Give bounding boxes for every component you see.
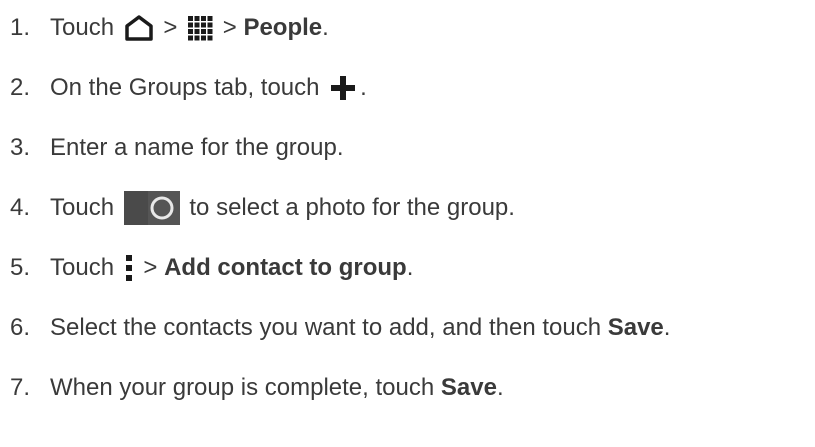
step-text: > [156, 14, 185, 41]
step-text: Touch [50, 254, 121, 281]
step-text: > [136, 254, 165, 281]
step-text: . [360, 74, 367, 101]
step-text: Touch [50, 14, 121, 41]
step-number: 2. [10, 74, 31, 101]
overflow-menu-icon [124, 254, 134, 282]
step-5: 5. Touch > Add contact to group . [10, 248, 413, 288]
step-1: 1. Touch > > People . [10, 8, 329, 48]
step-text: When your group is complete, touch [50, 374, 441, 401]
home-icon [124, 15, 154, 41]
step-text: . [322, 14, 329, 41]
save-label: Save [440, 374, 497, 401]
add-contact-label: Add contact to group [164, 254, 407, 281]
step-6: 6. Select the contacts you want to add, … [10, 308, 670, 348]
step-3: 3. Enter a name for the group. [10, 128, 344, 168]
step-text: . [663, 314, 671, 341]
step-text: . [496, 374, 504, 401]
instruction-steps: 1. Touch > > People . 2. On the Groups t… [0, 0, 815, 447]
step-number: 4. [10, 194, 31, 221]
apps-grid-icon [187, 15, 213, 41]
step-text: . [406, 254, 414, 281]
step-text: to select a photo for the group. [182, 194, 515, 221]
step-text: Enter a name for the group. [50, 134, 344, 161]
step-number: 5. [10, 254, 31, 281]
step-number: 7. [10, 374, 31, 401]
step-2: 2. On the Groups tab, touch . [10, 68, 367, 108]
camera-icon [123, 191, 180, 225]
step-text: On the Groups tab, touch [50, 74, 327, 101]
plus-icon [329, 74, 357, 102]
step-text: > [216, 14, 244, 41]
step-text: Select the contacts you want to add, and… [50, 314, 608, 341]
people-label: People [243, 14, 323, 41]
step-number: 1. [10, 14, 31, 41]
step-number: 3. [10, 134, 31, 161]
step-text: Touch [50, 194, 121, 221]
step-number: 6. [10, 314, 31, 341]
step-7: 7. When your group is complete, touch Sa… [10, 368, 504, 408]
save-label: Save [607, 314, 664, 341]
step-4: 4. Touch to select a photo for the group… [10, 188, 515, 228]
